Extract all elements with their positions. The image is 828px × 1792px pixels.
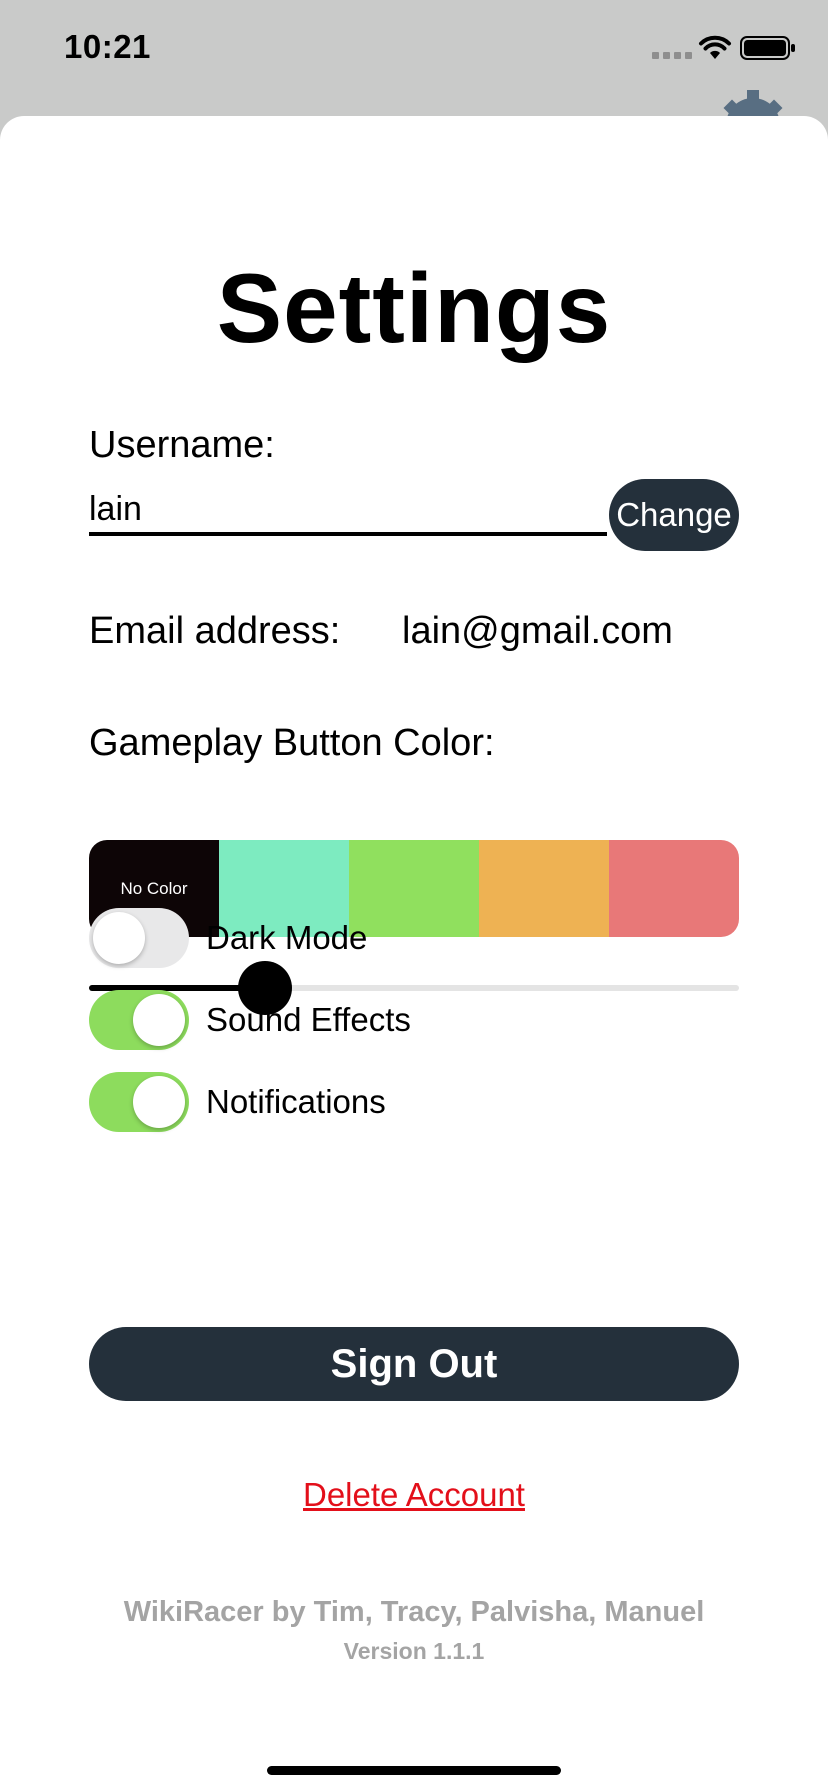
gameplay-color-label: Gameplay Button Color: <box>89 722 495 764</box>
wifi-icon <box>699 35 731 59</box>
swatch-orange[interactable] <box>479 840 609 937</box>
toggle-knob <box>133 994 185 1046</box>
status-bar: 10:21 <box>0 0 828 130</box>
username-input[interactable] <box>89 486 607 536</box>
notifications-toggle[interactable] <box>89 1072 189 1132</box>
dark-mode-label: Dark Mode <box>206 919 368 956</box>
toggle-knob <box>133 1076 185 1128</box>
change-username-button[interactable]: Change <box>609 479 739 551</box>
settings-sheet: Settings Username: Change Email address:… <box>0 116 828 1792</box>
dark-mode-toggle[interactable] <box>89 908 189 968</box>
sound-effects-label: Sound Effects <box>206 1001 411 1038</box>
sign-out-button[interactable]: Sign Out <box>89 1327 739 1401</box>
swatch-red[interactable] <box>609 840 739 937</box>
cellular-signal-icon <box>652 52 692 59</box>
toggle-knob <box>93 912 145 964</box>
toggle-row-notifications: Notifications <box>89 1070 386 1134</box>
email-value: lain@gmail.com <box>402 610 673 652</box>
username-label: Username: <box>89 424 275 466</box>
home-indicator <box>267 1766 561 1775</box>
email-label: Email address: <box>89 610 341 652</box>
page-title: Settings <box>216 253 612 363</box>
battery-icon <box>740 36 795 60</box>
notifications-label: Notifications <box>206 1083 386 1120</box>
toggle-row-sound-effects: Sound Effects <box>89 988 411 1052</box>
delete-account-link[interactable]: Delete Account <box>0 1476 828 1514</box>
swatch-no-color-label: No Color <box>120 878 188 898</box>
sound-effects-toggle[interactable] <box>89 990 189 1050</box>
toggle-row-dark-mode: Dark Mode <box>89 906 367 970</box>
swatch-green[interactable] <box>349 840 479 937</box>
credits-text: WikiRacer by Tim, Tracy, Palvisha, Manue… <box>123 1596 705 1628</box>
version-text: Version 1.1.1 <box>343 1638 485 1664</box>
status-time: 10:21 <box>64 28 151 65</box>
